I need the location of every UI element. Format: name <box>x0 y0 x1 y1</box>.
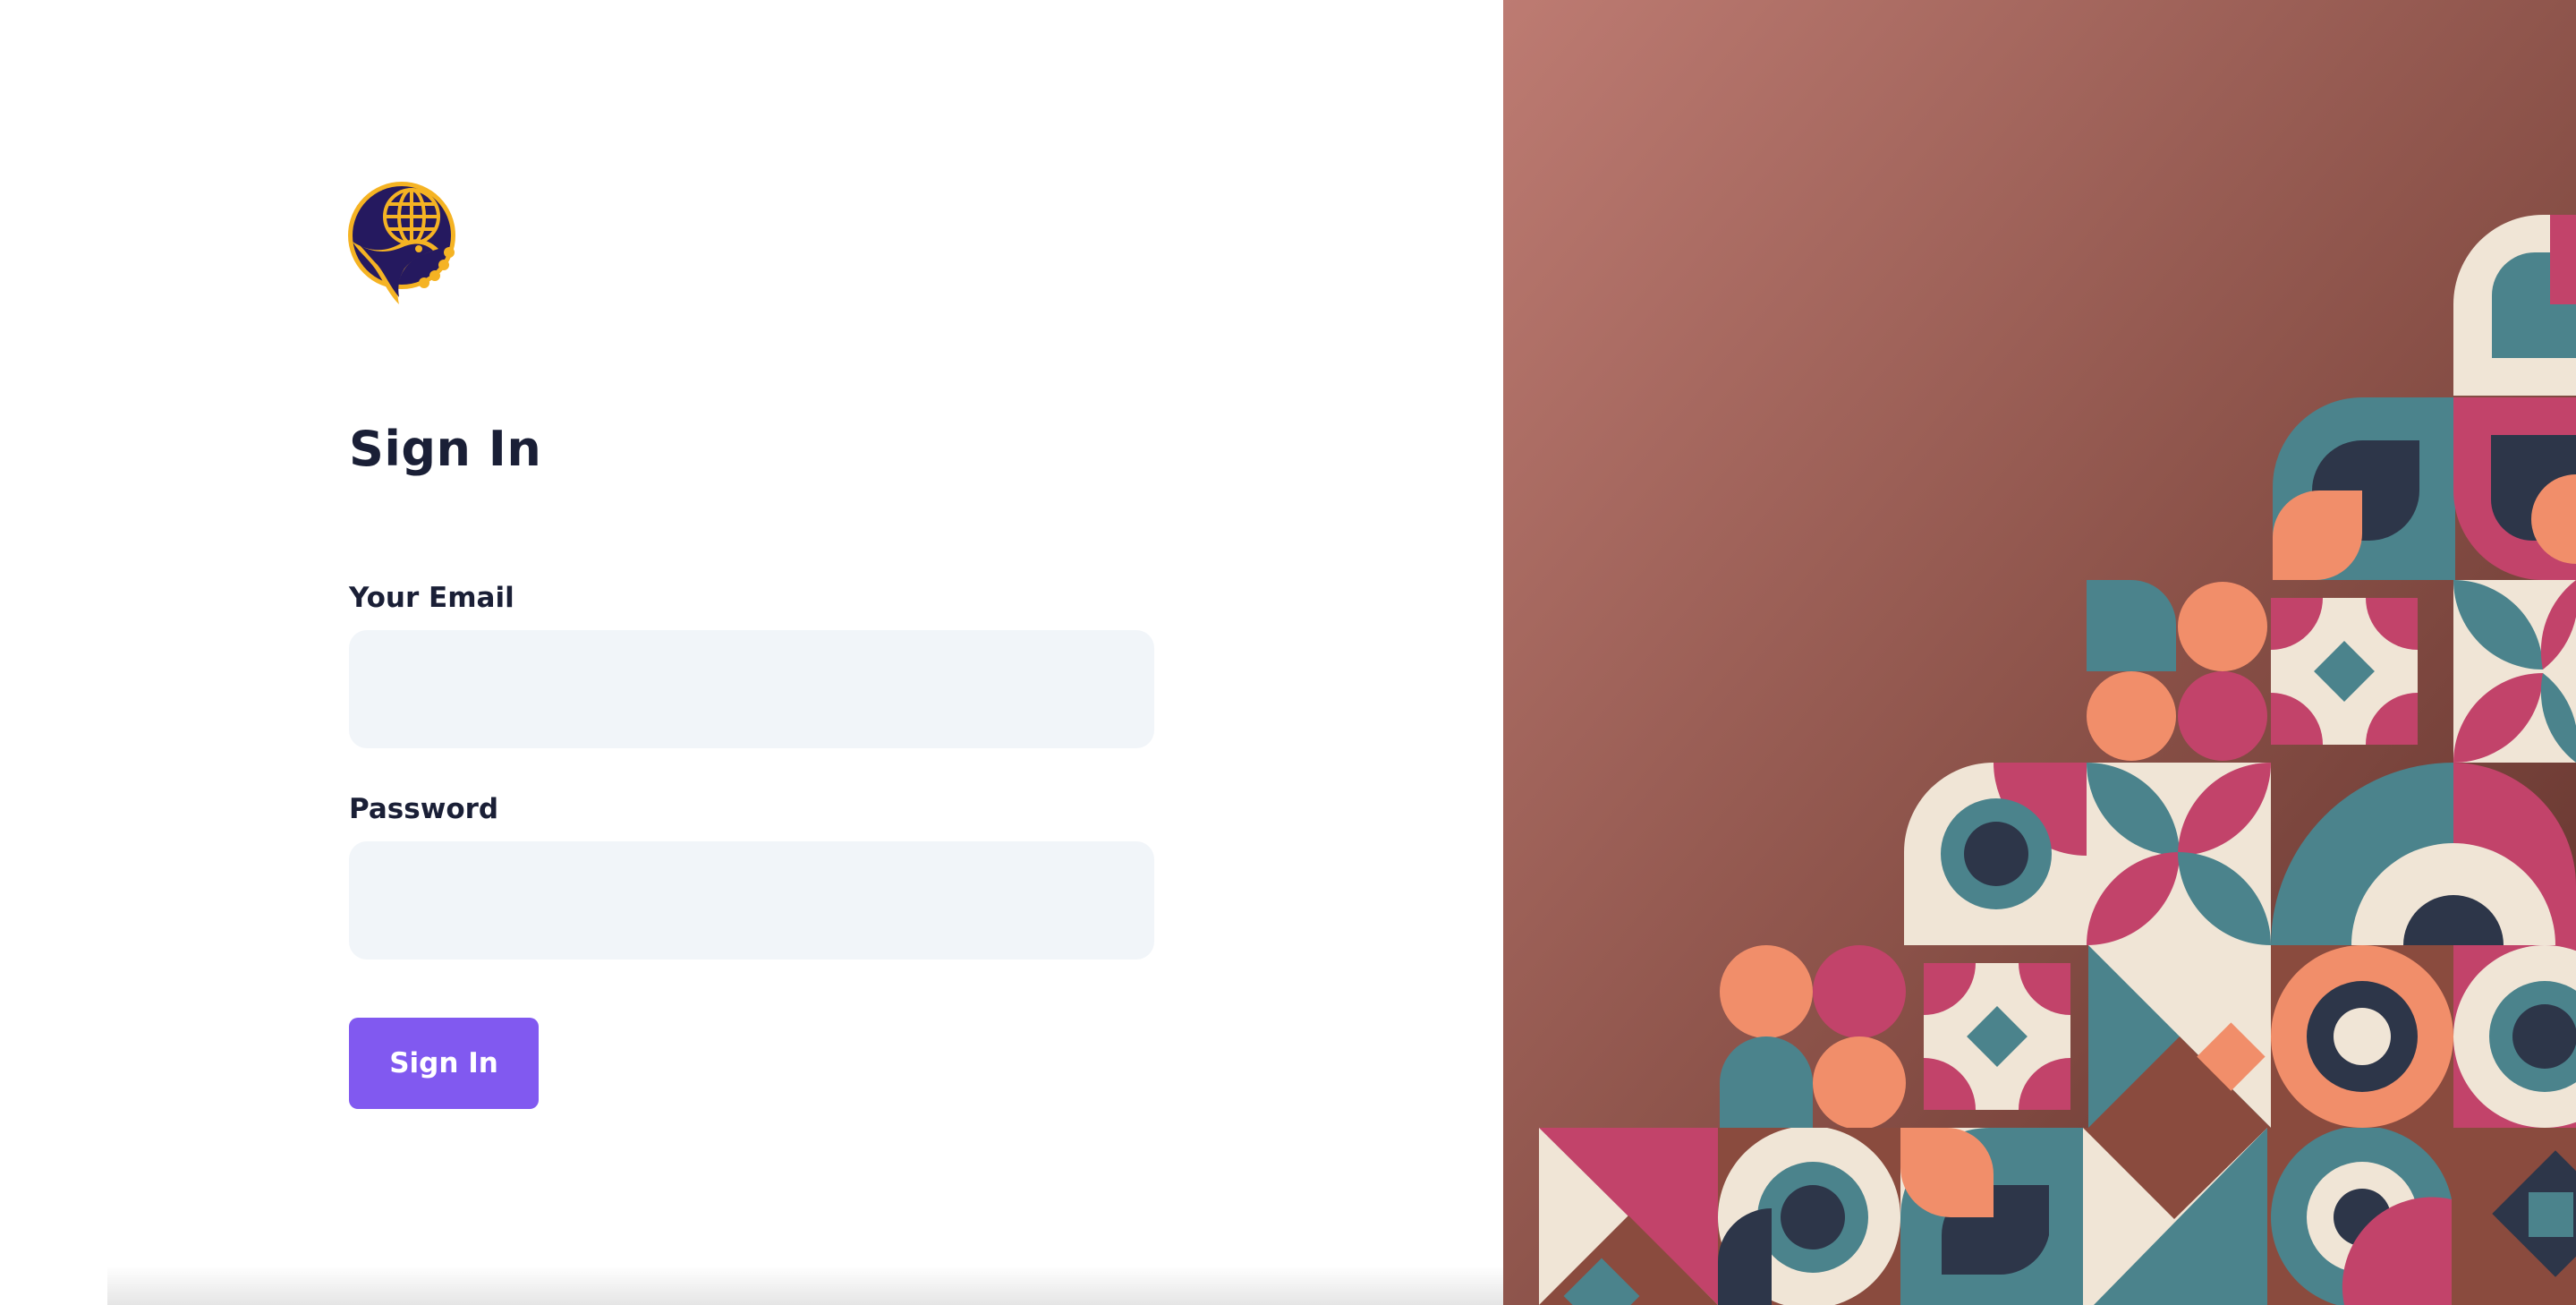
sign-in-button[interactable]: Sign In <box>349 1018 539 1109</box>
password-field[interactable] <box>349 841 1154 960</box>
globe-bird-emblem-icon <box>348 182 455 304</box>
password-label: Password <box>349 793 499 825</box>
page-title: Sign In <box>349 421 542 477</box>
geometric-pattern-illustration <box>1503 0 2576 1305</box>
logo <box>345 179 458 310</box>
email-label: Your Email <box>349 582 514 614</box>
decorative-side-panel <box>1503 0 2576 1305</box>
sign-in-panel: Sign In Your Email Password Sign In <box>0 0 1503 1305</box>
email-field[interactable] <box>349 630 1154 748</box>
